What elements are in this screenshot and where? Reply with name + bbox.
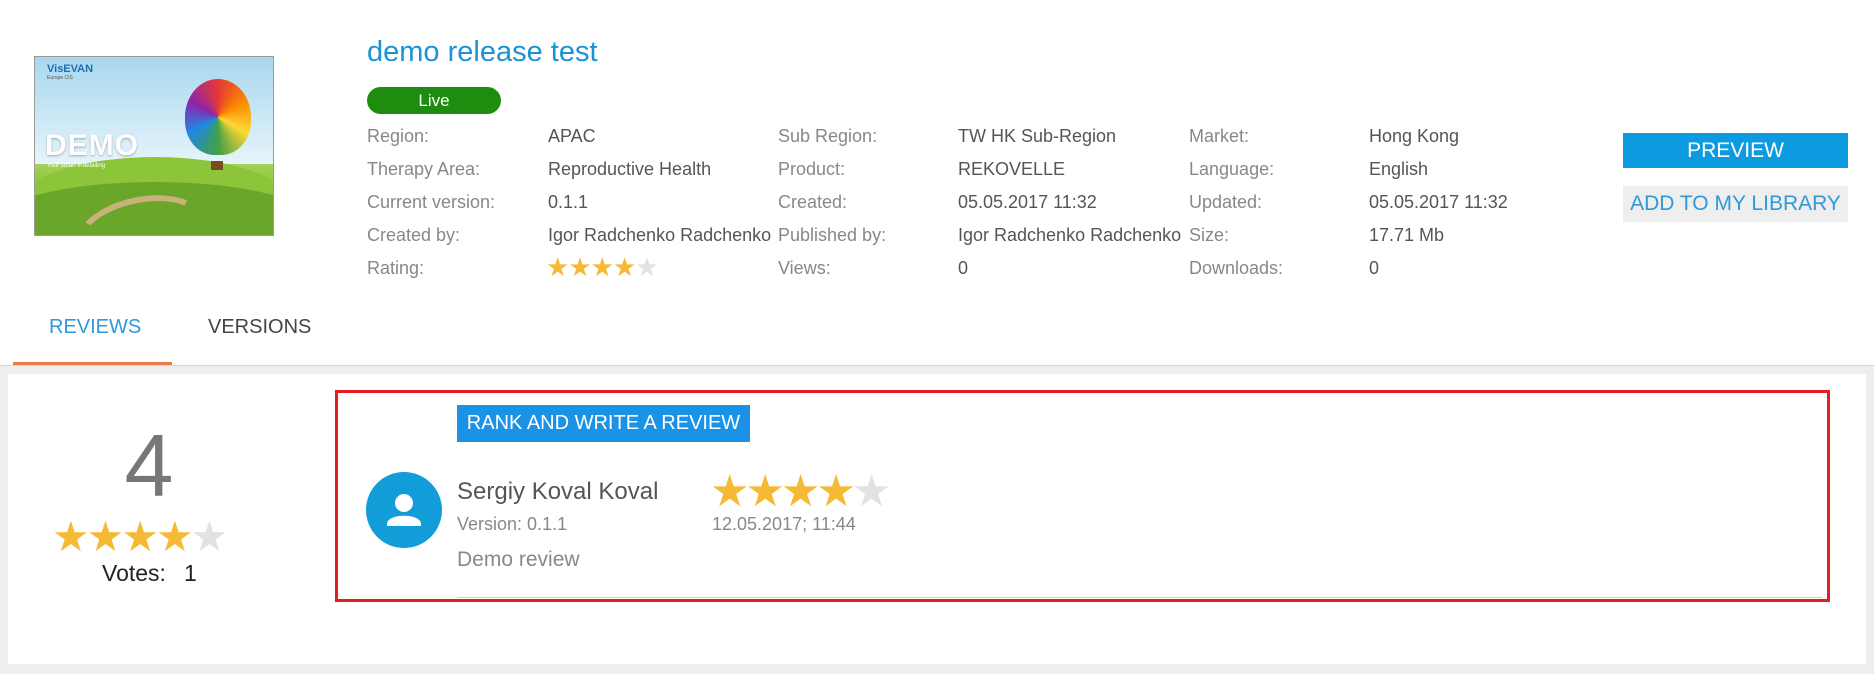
- tab-versions[interactable]: VERSIONS: [208, 316, 311, 339]
- therapy-area-label: Therapy Area:: [367, 159, 481, 179]
- current-version-label: Current version:: [367, 192, 496, 212]
- star-filled-icon: ★: [568, 252, 591, 282]
- current-version-value: 0.1.1: [548, 192, 589, 212]
- views-value: 0: [958, 258, 969, 278]
- review-date: 12.05.2017; 11:44: [712, 514, 856, 534]
- size-value: 17.71 Mb: [1369, 225, 1445, 245]
- market-value: Hong Kong: [1369, 126, 1460, 146]
- review-author: Sergiy Koval Koval: [457, 478, 659, 505]
- thumbnail-logo: VisEVAN Europe CIS: [47, 63, 94, 81]
- star-filled-icon: ★: [816, 467, 856, 516]
- created-by-label: Created by:: [367, 225, 461, 245]
- star-filled-icon: ★: [710, 467, 750, 516]
- rating-label: Rating:: [367, 258, 425, 278]
- published-by-label: Published by:: [778, 225, 887, 245]
- votes-label: Votes:: [102, 560, 166, 586]
- updated-label: Updated:: [1189, 192, 1263, 212]
- star-filled-icon: ★: [780, 467, 821, 516]
- language-value: English: [1369, 159, 1429, 179]
- star-filled-icon: ★: [121, 513, 159, 560]
- review-divider: [457, 597, 1822, 598]
- page-title: demo release test: [367, 36, 598, 68]
- review-version: Version: 0.1.1: [457, 514, 568, 534]
- user-icon: [387, 494, 421, 526]
- star-filled-icon: ★: [612, 252, 636, 282]
- thumbnail-tagline: Your smart e-detailing: [47, 163, 106, 169]
- language-label: Language:: [1189, 159, 1275, 179]
- star-empty-icon: ★: [851, 467, 892, 516]
- add-to-library-button[interactable]: ADD TO MY LIBRARY: [1623, 186, 1848, 222]
- downloads-value: 0: [1369, 258, 1380, 278]
- updated-value: 05.05.2017 11:32: [1369, 192, 1508, 212]
- product-value: REKOVELLE: [958, 159, 1066, 179]
- star-filled-icon: ★: [590, 252, 614, 282]
- star-empty-icon: ★: [635, 252, 658, 282]
- asset-thumbnail[interactable]: VisEVAN Europe CIS DEMO Your smart e-deta…: [34, 56, 274, 236]
- balloon-basket-image: [211, 161, 223, 170]
- active-tab-indicator: [13, 362, 172, 365]
- sub-region-value: TW HK Sub-Region: [958, 126, 1117, 146]
- created-by-value: Igor Radchenko Radchenko: [548, 225, 772, 245]
- preview-button[interactable]: PREVIEW: [1623, 133, 1848, 168]
- star-empty-icon: ★: [190, 513, 229, 560]
- region-label: Region:: [367, 126, 430, 146]
- star-filled-icon: ★: [52, 513, 90, 560]
- hot-air-balloon-image: [185, 79, 251, 155]
- published-by-value: Igor Radchenko Radchenko: [958, 225, 1182, 245]
- asset-header: [0, 0, 1874, 366]
- created-label: Created:: [778, 192, 848, 212]
- rank-and-write-review-button[interactable]: RANK AND WRITE A REVIEW: [457, 405, 750, 442]
- votes-count: 1: [184, 560, 197, 586]
- average-rating-stars: ★ ★ ★ ★ ★: [52, 512, 229, 561]
- review-text: Demo review: [457, 548, 580, 571]
- average-rating: 4: [124, 416, 174, 515]
- size-label: Size:: [1189, 225, 1230, 245]
- status-badge: Live: [367, 87, 501, 114]
- views-label: Views:: [778, 258, 831, 278]
- star-filled-icon: ★: [86, 513, 125, 560]
- star-filled-icon: ★: [745, 467, 785, 516]
- product-label: Product:: [778, 159, 846, 179]
- tab-reviews[interactable]: REVIEWS: [49, 316, 141, 339]
- star-filled-icon: ★: [546, 252, 569, 282]
- downloads-label: Downloads:: [1189, 258, 1284, 278]
- therapy-area-value: Reproductive Health: [548, 159, 712, 179]
- sub-region-label: Sub Region:: [778, 126, 878, 146]
- rating-stars: ★ ★ ★ ★ ★: [546, 252, 659, 283]
- avatar: [366, 472, 442, 548]
- region-value: APAC: [548, 126, 596, 146]
- market-label: Market:: [1189, 126, 1250, 146]
- created-value: 05.05.2017 11:32: [958, 192, 1097, 212]
- review-rating-stars: ★ ★ ★ ★ ★: [710, 466, 892, 517]
- star-filled-icon: ★: [155, 513, 194, 560]
- thumbnail-heading: DEMO: [45, 129, 139, 162]
